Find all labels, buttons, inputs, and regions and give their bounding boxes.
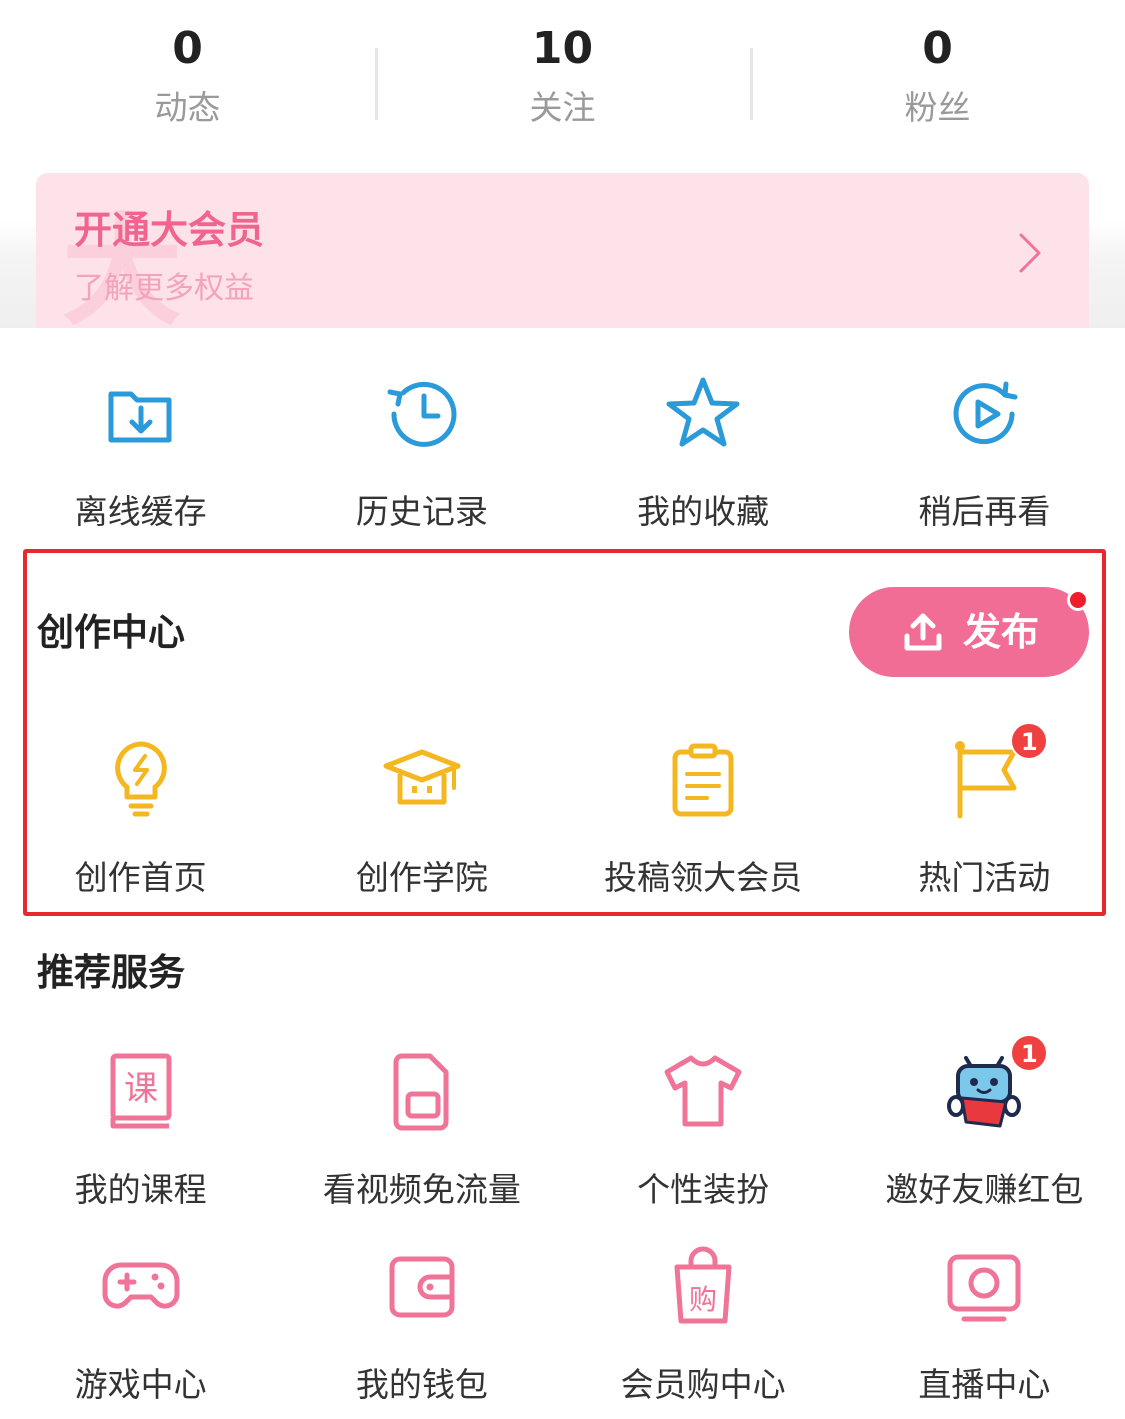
stat-divider (375, 48, 378, 120)
creator-item-submit-vip[interactable]: 投稿领大会员 (563, 738, 844, 900)
quick-action-label: 离线缓存 (74, 492, 207, 531)
upload-icon (904, 613, 942, 651)
stat-posts-count: 0 (172, 23, 203, 74)
sim-card-icon (380, 1050, 464, 1134)
notification-badge: 1 (1010, 1034, 1049, 1072)
quick-action-favorites[interactable]: 我的收藏 (563, 372, 844, 534)
service-personal-decoration[interactable]: 个性装扮 (563, 1050, 844, 1212)
quick-action-label: 历史记录 (355, 492, 488, 531)
service-label: 会员购中心 (620, 1365, 786, 1404)
service-member-shop[interactable]: 购 会员购中心 (563, 1245, 844, 1407)
clipboard-icon (661, 738, 745, 822)
vip-banner-title: 开通大会员 (74, 208, 265, 252)
service-label: 我的钱包 (355, 1365, 488, 1404)
service-label: 我的课程 (74, 1170, 207, 1209)
recommended-row-1: 课 我的课程 看视频免流量 个性装扮 1 邀好友赚红包 (0, 1034, 1125, 1212)
mascot-red-envelope-icon: 1 (942, 1034, 1049, 1134)
service-label: 直播中心 (918, 1365, 1051, 1404)
service-game-center[interactable]: 游戏中心 (0, 1245, 281, 1407)
quick-actions-row: 离线缓存 历史记录 我的收藏 稍后再看 (0, 372, 1125, 534)
vip-banner-subtitle: 了解更多权益 (74, 271, 254, 306)
publish-button[interactable]: 发布 (849, 587, 1089, 677)
quick-action-offline-cache[interactable]: 离线缓存 (0, 372, 281, 534)
stat-divider (750, 48, 753, 120)
stat-following[interactable]: 10 关注 (375, 14, 750, 144)
creator-item-label: 创作学院 (355, 858, 488, 897)
service-label: 游戏中心 (74, 1365, 207, 1404)
stat-followers-label: 粉丝 (904, 88, 971, 127)
recommended-title: 推荐服务 (37, 951, 185, 994)
quick-action-label: 我的收藏 (637, 492, 770, 531)
service-label: 个性装扮 (637, 1170, 770, 1209)
history-clock-icon (380, 372, 464, 456)
download-folder-icon (99, 372, 183, 456)
quick-action-label: 稍后再看 (918, 492, 1051, 531)
service-invite-friends[interactable]: 1 邀好友赚红包 (844, 1034, 1125, 1212)
gamepad-icon (99, 1245, 183, 1329)
play-later-icon (942, 372, 1026, 456)
graduation-cap-icon (380, 738, 464, 822)
creator-item-label: 热门活动 (918, 858, 1051, 897)
live-tv-icon (942, 1245, 1026, 1329)
service-live-center[interactable]: 直播中心 (844, 1245, 1125, 1407)
service-free-data[interactable]: 看视频免流量 (281, 1050, 562, 1212)
creator-item-label: 投稿领大会员 (604, 858, 803, 897)
creator-item-hot-events[interactable]: 1 热门活动 (844, 722, 1125, 900)
stat-followers-count: 0 (922, 23, 953, 74)
lightbulb-icon (99, 738, 183, 822)
flag-icon: 1 (942, 722, 1049, 822)
service-my-courses[interactable]: 课 我的课程 (0, 1050, 281, 1212)
service-label: 看视频免流量 (322, 1170, 521, 1209)
stats-row: 0 动态 10 关注 0 粉丝 (0, 14, 1125, 144)
wallet-icon (380, 1245, 464, 1329)
creator-item-home[interactable]: 创作首页 (0, 738, 281, 900)
notification-dot (1067, 589, 1089, 611)
creator-center-title: 创作中心 (37, 611, 185, 654)
stat-following-count: 10 (531, 23, 594, 74)
service-label: 邀好友赚红包 (885, 1170, 1084, 1209)
recommended-row-2: 游戏中心 我的钱包 购 会员购中心 直播中心 (0, 1245, 1125, 1407)
vip-banner[interactable]: 大 开通大会员 了解更多权益 (36, 173, 1089, 343)
stat-following-label: 关注 (529, 88, 596, 127)
publish-label: 发布 (962, 610, 1039, 654)
stat-posts[interactable]: 0 动态 (0, 14, 375, 144)
creator-item-label: 创作首页 (74, 858, 207, 897)
course-icon-glyph: 课 (124, 1069, 158, 1109)
creator-center-row: 创作首页 创作学院 投稿领大会员 1 热门活动 (0, 722, 1125, 900)
chevron-right-icon (1019, 233, 1041, 273)
stat-followers[interactable]: 0 粉丝 (750, 14, 1125, 144)
notification-badge: 1 (1010, 722, 1049, 760)
shop-icon-glyph: 购 (689, 1283, 717, 1316)
tshirt-icon (661, 1050, 745, 1134)
service-wallet[interactable]: 我的钱包 (281, 1245, 562, 1407)
course-book-icon: 课 (99, 1050, 183, 1134)
quick-action-watch-later[interactable]: 稍后再看 (844, 372, 1125, 534)
stat-posts-label: 动态 (154, 88, 221, 127)
shopping-bag-icon: 购 (661, 1245, 745, 1329)
creator-item-academy[interactable]: 创作学院 (281, 738, 562, 900)
star-icon (661, 372, 745, 456)
quick-action-history[interactable]: 历史记录 (281, 372, 562, 534)
